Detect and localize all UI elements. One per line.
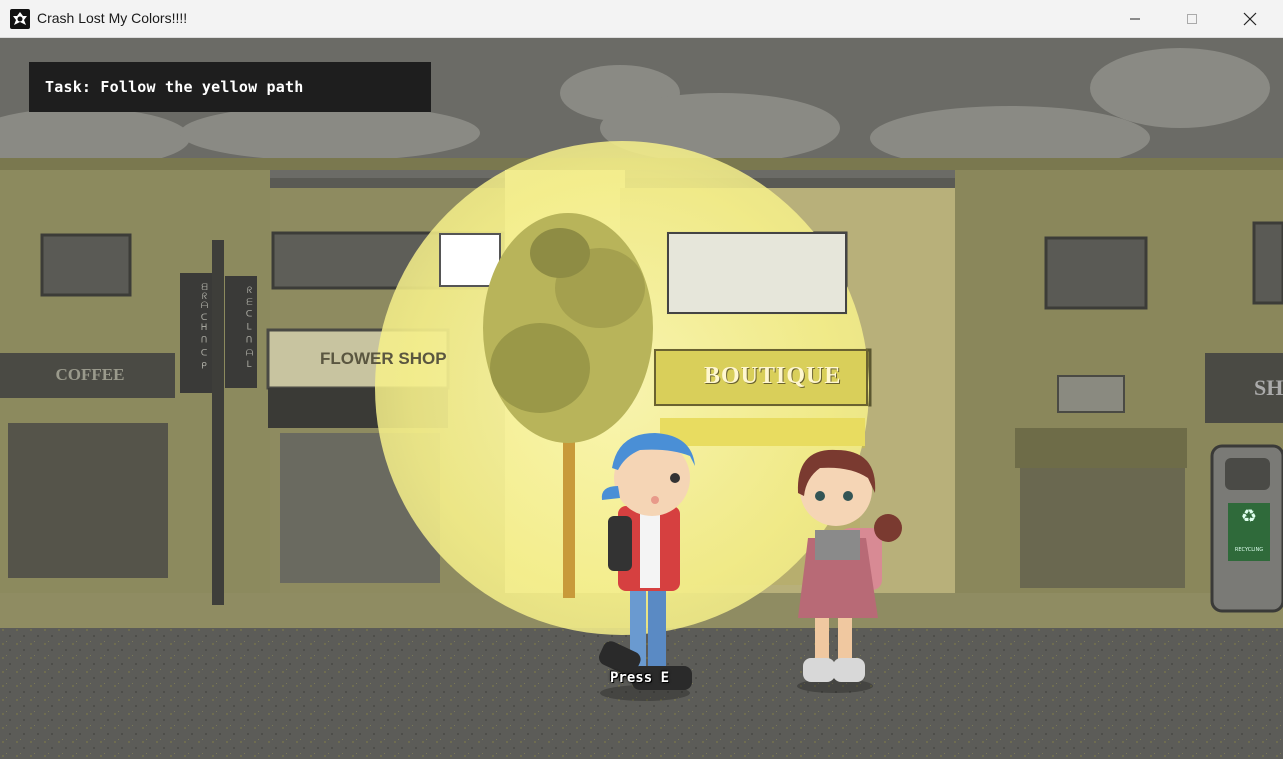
- interact-prompt: Press E: [610, 670, 670, 686]
- boutique-awning: [660, 418, 865, 446]
- task-text: Task: Follow the yellow path: [45, 78, 304, 96]
- white-window: [439, 233, 501, 287]
- close-button[interactable]: [1221, 0, 1279, 38]
- recycling-label: RECYCLING: [1234, 547, 1264, 553]
- window-titlebar: Crash Lost My Colors!!!!: [0, 0, 1283, 38]
- minimize-icon: [1130, 18, 1140, 20]
- banner-right-text: ᖇ ᗴ ᑕ ᒪ ᑎ ᗩ ᒪ: [244, 286, 254, 371]
- minimize-button[interactable]: [1106, 0, 1164, 38]
- coffee-sign: COFFEE: [55, 365, 125, 384]
- recycling-bin: [1210, 444, 1283, 613]
- maximize-icon: [1187, 14, 1197, 24]
- boutique-window: [667, 232, 847, 314]
- street-scene: [0, 38, 1283, 759]
- banner-left-text: ᗺᖇᗩ ᑕᕼ ᑎ ᑕ ᑭ: [199, 283, 209, 372]
- boutique-sign: BOUTIQUE: [704, 363, 842, 389]
- task-panel: Task: Follow the yellow path: [29, 62, 431, 112]
- game-viewport[interactable]: COFFEE FLOWER SHOP BOUTIQUE SH ᗺᖇᗩ ᑕᕼ ᑎ …: [0, 38, 1283, 759]
- recycle-icon: ♻: [1240, 506, 1258, 527]
- close-icon: [1243, 12, 1257, 26]
- flower-shop-sign: FLOWER SHOP: [320, 349, 447, 368]
- app-icon: [10, 9, 30, 29]
- partial-shop-sign: SH: [1254, 375, 1283, 400]
- lamp-post: [212, 240, 224, 605]
- window-title: Crash Lost My Colors!!!!: [37, 10, 188, 26]
- maximize-button[interactable]: [1163, 0, 1221, 38]
